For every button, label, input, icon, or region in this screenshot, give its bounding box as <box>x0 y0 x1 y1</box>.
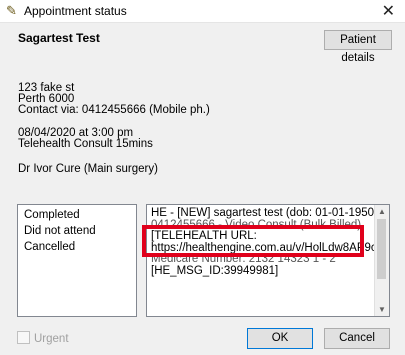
status-option-did-not-attend[interactable]: Did not attend <box>24 224 136 240</box>
message-text: HE - [NEW] sagartest test (dob: 01-01-19… <box>151 207 389 277</box>
cancel-button[interactable]: Cancel <box>324 328 390 349</box>
message-line: Medicare Number: 2132 14323 1 - 2 <box>151 253 336 265</box>
patient-name: Sagartest Test <box>18 31 100 45</box>
status-option-completed[interactable]: Completed <box>24 208 136 224</box>
patient-address: 123 fake st Perth 6000 Contact via: 0412… <box>18 82 210 116</box>
telehealth-url-label: [TELEHEALTH URL: <box>151 230 257 242</box>
message-textbox[interactable]: HE - [NEW] sagartest test (dob: 01-01-19… <box>146 204 390 317</box>
window-title: Appointment status <box>24 4 127 18</box>
checkbox-icon[interactable] <box>17 331 30 344</box>
contact-line: Contact via: 0412455666 (Mobile ph.) <box>18 104 210 116</box>
status-list[interactable]: Completed Did not attend Cancelled <box>17 204 137 317</box>
title-bar: ✎ Appointment status ✕ <box>0 0 405 23</box>
close-icon[interactable]: ✕ <box>382 1 395 21</box>
appointment-info: 08/04/2020 at 3:00 pm Telehealth Consult… <box>18 127 153 150</box>
ok-button[interactable]: OK <box>247 328 313 349</box>
pencil-icon: ✎ <box>6 3 17 18</box>
urgent-checkbox[interactable]: Urgent <box>17 331 69 345</box>
scroll-thumb[interactable] <box>377 219 386 279</box>
appointment-type: Telehealth Consult 15mins <box>18 138 153 150</box>
doctor-name: Dr Ivor Cure (Main surgery) <box>18 163 158 175</box>
patient-details-button[interactable]: Patient details <box>324 30 392 64</box>
scroll-down-icon[interactable]: ▼ <box>378 305 386 314</box>
message-line: HE - [NEW] sagartest test (dob: 01-01-19… <box>151 207 385 219</box>
urgent-label: Urgent <box>34 333 69 345</box>
scroll-up-icon[interactable]: ▲ <box>378 207 386 216</box>
status-option-cancelled[interactable]: Cancelled <box>24 240 136 256</box>
message-id: [HE_MSG_ID:39949981] <box>151 264 279 277</box>
vertical-scrollbar[interactable]: ▲ ▼ <box>374 205 389 316</box>
